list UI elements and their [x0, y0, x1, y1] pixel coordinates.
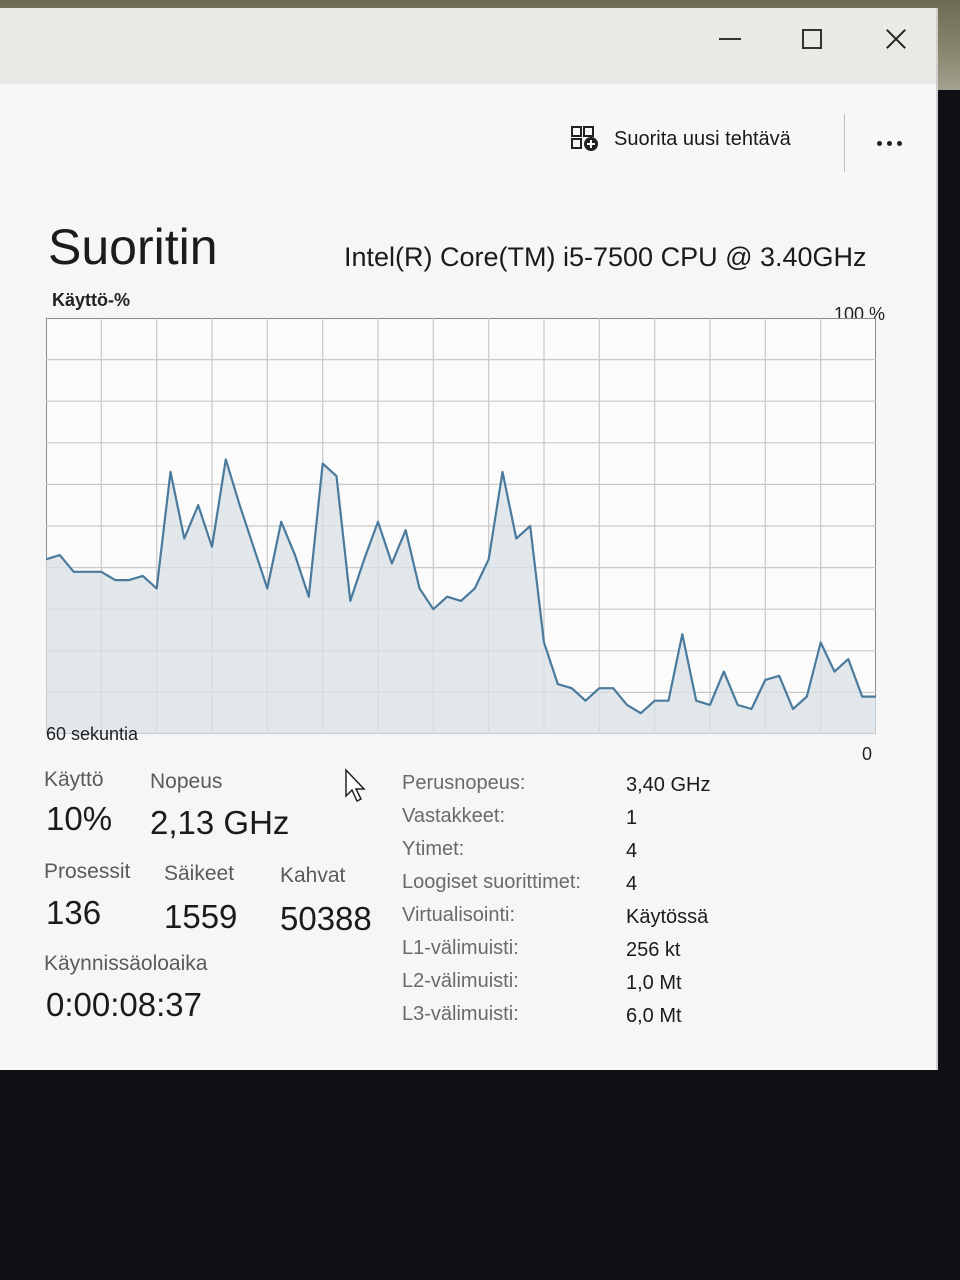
- toolbar: Suorita uusi tehtävä: [0, 84, 936, 182]
- cpu-model: Intel(R) Core(TM) i5-7500 CPU @ 3.40GHz: [344, 242, 867, 272]
- cpu-info-row: Vastakkeet: 1: [402, 805, 882, 838]
- toolbar-divider: [844, 114, 845, 172]
- threads-label: Säikeet: [164, 862, 235, 885]
- page-title: Suoritin: [48, 219, 218, 275]
- close-icon: [885, 28, 907, 50]
- processes-label: Prosessit: [44, 860, 131, 883]
- usage-value: 10%: [46, 800, 113, 837]
- task-manager-window: Suorita uusi tehtävä Suoritin Intel(R) C…: [0, 8, 938, 1070]
- add-task-icon: [571, 126, 598, 151]
- cpu-info-list: Perusnopeus: 3,40 GHz Vastakkeet: 1 Ytimet: 4…: [402, 772, 882, 1036]
- more-options-icon: [876, 140, 882, 146]
- cpu-info-value: 3,40 GHz: [626, 774, 711, 796]
- usage-label: Käyttö: [44, 768, 104, 791]
- cpu-info-row: Perusnopeus: 3,40 GHz: [402, 772, 882, 805]
- handles-label: Kahvat: [280, 864, 346, 887]
- cpu-info-row: L2-välimuisti: 1,0 Mt: [402, 970, 882, 1003]
- cpu-info-row: Virtualisointi: Käytössä: [402, 904, 882, 937]
- cpu-info-value: Käytössä: [626, 906, 709, 928]
- cpu-info-value: 1,0 Mt: [626, 972, 682, 994]
- cpu-info-row: L3-välimuisti: 6,0 Mt: [402, 1003, 882, 1036]
- cpu-info-value: 1: [626, 807, 638, 829]
- cpu-info-row: Ytimet: 4: [402, 838, 882, 871]
- uptime-value: 0:00:08:37: [46, 986, 202, 1023]
- mouse-cursor-icon: [345, 768, 366, 803]
- minimize-icon: [719, 38, 741, 40]
- maximize-button[interactable]: [772, 14, 852, 64]
- run-new-task-label: Suorita uusi tehtävä: [614, 127, 791, 150]
- cpu-info-value: 4: [626, 840, 638, 862]
- cpu-info-value: 256 kt: [626, 939, 681, 961]
- maximize-icon: [802, 29, 822, 49]
- handles-value: 50388: [280, 900, 372, 937]
- more-options-dot: [896, 140, 902, 146]
- cpu-info-key: Virtualisointi:: [402, 904, 516, 926]
- processes-value: 136: [46, 894, 102, 931]
- cpu-info-key: Vastakkeet:: [402, 805, 506, 827]
- chart-y-min-label: 0: [862, 744, 873, 764]
- cpu-info-key: Ytimet:: [402, 838, 465, 860]
- performance-panel: Suoritin Intel(R) Core(TM) i5-7500 CPU @…: [0, 180, 936, 1070]
- minimize-button[interactable]: [690, 14, 770, 64]
- cpu-info-key: Perusnopeus:: [402, 772, 526, 794]
- cpu-info-key: L2-välimuisti:: [402, 970, 519, 992]
- more-options-dot: [886, 140, 892, 146]
- chart-x-label: 60 sekuntia: [46, 724, 139, 744]
- speed-label: Nopeus: [150, 770, 223, 793]
- title-bar: [0, 8, 936, 84]
- cpu-info-key: Loogiset suorittimet:: [402, 871, 581, 893]
- speed-value: 2,13 GHz: [150, 804, 290, 841]
- cpu-info-key: L3-välimuisti:: [402, 1003, 519, 1025]
- cpu-info-row: Loogiset suorittimet: 4: [402, 871, 882, 904]
- cpu-info-value: 6,0 Mt: [626, 1005, 682, 1027]
- cpu-info-row: L1-välimuisti: 256 kt: [402, 937, 882, 970]
- cpu-usage-chart: [46, 318, 876, 734]
- run-new-task-button[interactable]: Suorita uusi tehtävä: [570, 122, 791, 156]
- uptime-label: Käynnissäoloaika: [44, 952, 208, 975]
- cpu-info-key: L1-välimuisti:: [402, 937, 519, 959]
- chart-y-label: Käyttö-%: [52, 290, 131, 310]
- close-button[interactable]: [856, 14, 936, 64]
- cpu-info-value: 4: [626, 873, 638, 895]
- threads-value: 1559: [164, 898, 238, 935]
- more-options-button[interactable]: [862, 128, 916, 158]
